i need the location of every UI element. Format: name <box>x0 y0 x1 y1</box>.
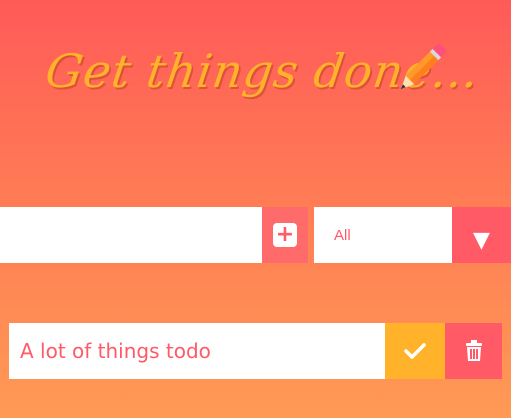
pencil-icon <box>400 43 447 90</box>
todo-input[interactable] <box>0 207 262 263</box>
filter-select[interactable]: All <box>314 207 452 263</box>
filter-dropdown-arrow[interactable]: ▼ <box>452 207 511 263</box>
header: Get things done... <box>42 36 483 126</box>
list-item: A lot of things todo <box>9 323 385 379</box>
todo-text: A lot of things todo <box>20 339 211 363</box>
add-todo-button[interactable]: + <box>262 207 308 263</box>
plus-square-icon: + <box>273 223 297 247</box>
filter-selected-value: All <box>334 226 351 244</box>
delete-button[interactable] <box>445 323 502 379</box>
chevron-down-icon: ▼ <box>473 227 490 253</box>
trash-icon <box>465 340 482 361</box>
check-icon <box>404 343 426 359</box>
complete-button[interactable] <box>385 323 445 379</box>
